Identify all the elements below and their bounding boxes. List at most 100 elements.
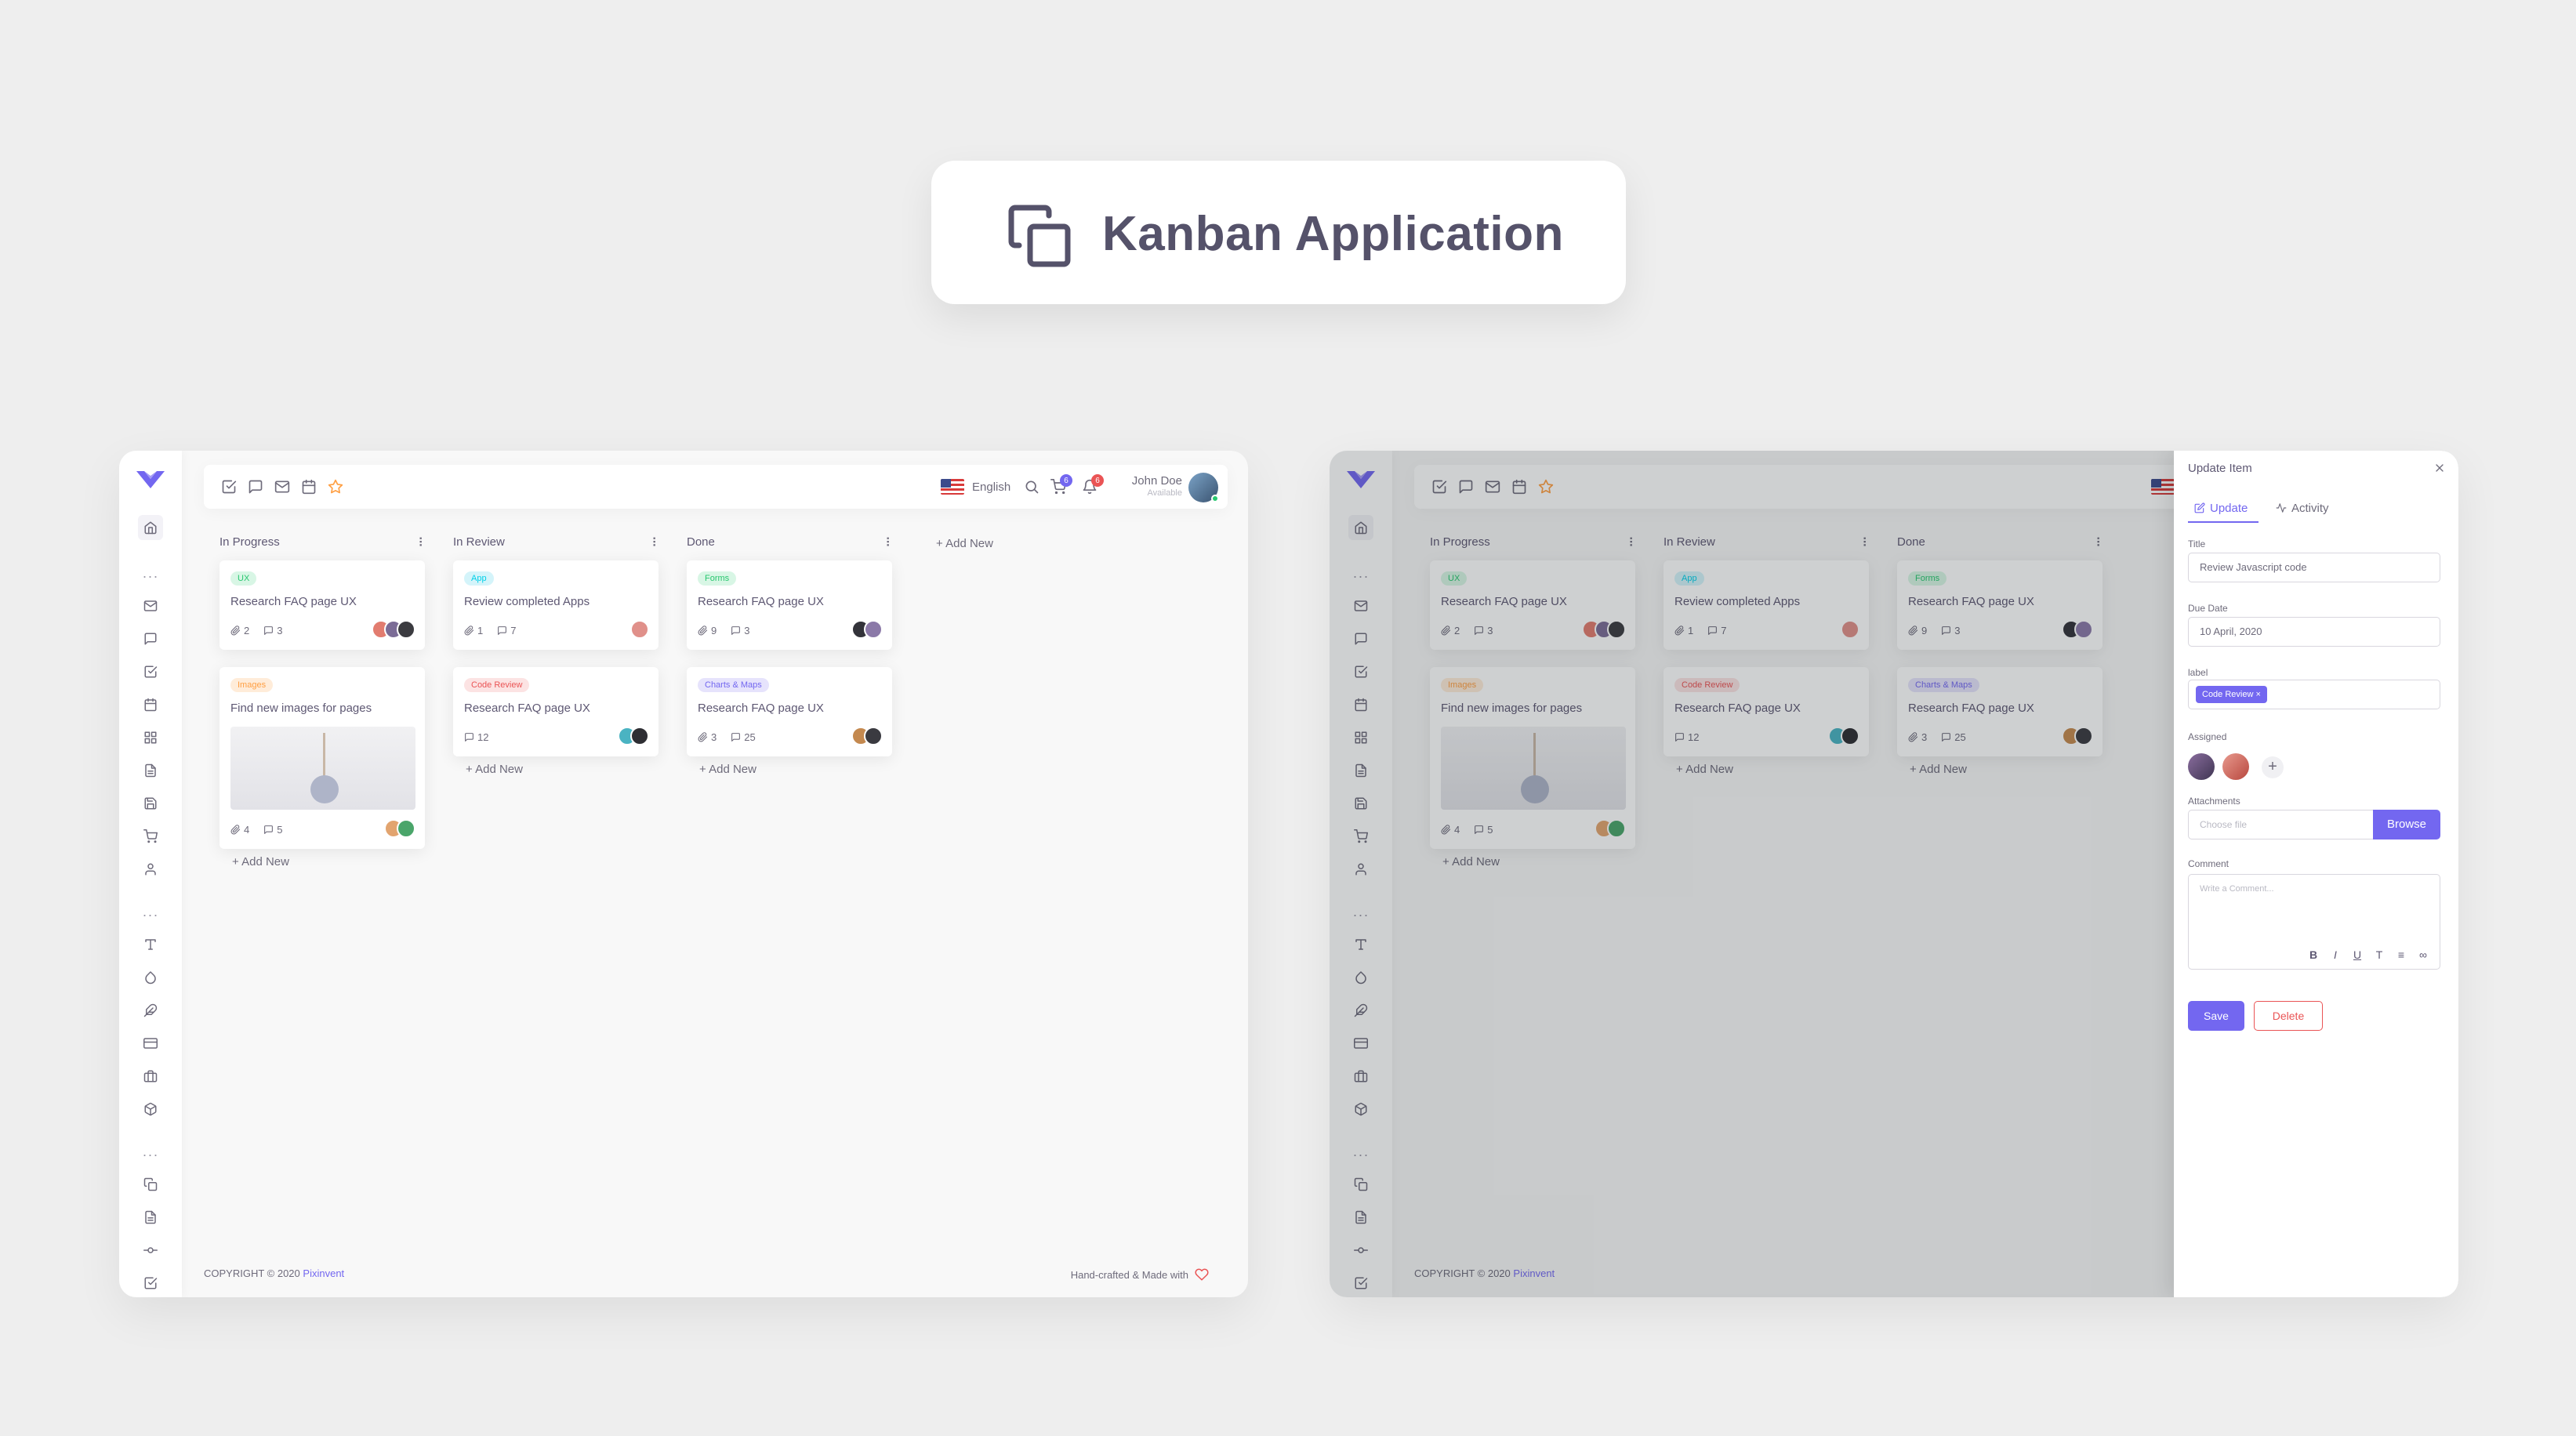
save-button[interactable]: Save [2188, 1001, 2244, 1031]
nav-mail-icon[interactable] [1485, 479, 1500, 495]
avatar[interactable] [630, 620, 649, 639]
strikethrough-button[interactable]: ≡ [2394, 948, 2408, 961]
nav-star-icon[interactable] [328, 479, 343, 495]
sidebar-commit-icon[interactable] [138, 1238, 163, 1263]
sidebar-box-icon[interactable] [1348, 1097, 1373, 1122]
sidebar-feather-icon[interactable] [1348, 998, 1373, 1023]
sidebar-save-icon[interactable] [1348, 791, 1373, 816]
sidebar-document-icon[interactable] [138, 1205, 163, 1230]
sidebar-chat-icon[interactable] [138, 626, 163, 651]
add-card-button[interactable]: + Add New [466, 763, 523, 776]
kanban-card[interactable]: Forms Research FAQ page UX 9 3 [687, 560, 892, 650]
sidebar-chat-icon[interactable] [1348, 626, 1373, 651]
assignee-avatar[interactable] [2188, 753, 2215, 780]
sidebar-calendar-icon[interactable] [138, 692, 163, 717]
sidebar-droplet-icon[interactable] [138, 965, 163, 990]
avatar[interactable] [397, 620, 415, 639]
avatar[interactable] [1607, 620, 1626, 639]
sidebar-check-icon[interactable] [138, 1271, 163, 1296]
column-menu-icon[interactable]: ··· [2091, 537, 2105, 547]
add-assignee-button[interactable]: + [2262, 756, 2284, 778]
user-avatar[interactable] [1188, 473, 1219, 502]
kanban-card[interactable]: Images Find new images for pages 4 5 [220, 667, 425, 849]
nav-calendar-icon[interactable] [301, 479, 317, 495]
add-card-button[interactable]: + Add New [1910, 763, 1967, 776]
label-chip[interactable]: Code Review × [2196, 686, 2267, 703]
avatar[interactable] [2074, 620, 2093, 639]
nav-search-icon[interactable] [1024, 479, 1039, 495]
sidebar-user-icon[interactable] [138, 857, 163, 882]
add-card-button[interactable]: + Add New [232, 855, 289, 868]
sidebar-document-icon[interactable] [1348, 1205, 1373, 1230]
avatar[interactable] [1607, 819, 1626, 838]
kanban-card[interactable]: App Review completed Apps 1 7 [453, 560, 659, 650]
browse-button[interactable]: Browse [2373, 810, 2440, 839]
delete-button[interactable]: Delete [2254, 1001, 2323, 1031]
sidebar-check-icon[interactable] [1348, 1271, 1373, 1296]
sidebar-grid-icon[interactable] [138, 725, 163, 750]
tab-activity[interactable]: Activity [2276, 498, 2329, 518]
add-board-button[interactable]: + Add New [936, 537, 993, 550]
sidebar-commit-icon[interactable] [1348, 1238, 1373, 1263]
kanban-card[interactable]: Images Find new images for pages 4 5 [1430, 667, 1635, 849]
nav-chat-icon[interactable] [248, 479, 263, 495]
sidebar-todo-icon[interactable] [1348, 659, 1373, 684]
sidebar-user-icon[interactable] [1348, 857, 1373, 882]
kanban-card[interactable]: Charts & Maps Research FAQ page UX 3 25 [687, 667, 892, 756]
avatar[interactable] [1841, 727, 1859, 745]
bold-button[interactable]: B [2306, 948, 2320, 961]
sidebar-card-icon[interactable] [1348, 1031, 1373, 1056]
sidebar-calendar-icon[interactable] [1348, 692, 1373, 717]
sidebar-grid-icon[interactable] [1348, 725, 1373, 750]
nav-calendar-icon[interactable] [1511, 479, 1527, 495]
sidebar-file-icon[interactable] [138, 758, 163, 783]
nav-todo-icon[interactable] [1431, 479, 1447, 495]
column-menu-icon[interactable]: ··· [880, 537, 894, 547]
nav-star-icon[interactable] [1538, 479, 1554, 495]
sidebar-cart-icon[interactable] [138, 824, 163, 849]
nav-todo-icon[interactable] [221, 479, 237, 495]
kanban-card[interactable]: Forms Research FAQ page UX 9 3 [1897, 560, 2103, 650]
avatar[interactable] [1841, 620, 1859, 639]
kanban-card[interactable]: Code Review Research FAQ page UX 12 [1664, 667, 1869, 756]
column-menu-icon[interactable]: ··· [647, 537, 661, 547]
comment-editor[interactable]: Write a Comment... B I U T ≡ ∞ [2188, 874, 2440, 970]
kanban-card[interactable]: App Review completed Apps 1 7 [1664, 560, 1869, 650]
assignee-avatar[interactable] [2222, 753, 2249, 780]
us-flag-icon[interactable] [2151, 479, 2175, 495]
sidebar-droplet-icon[interactable] [1348, 965, 1373, 990]
user-name[interactable]: John Doe [1112, 474, 1182, 488]
sidebar-briefcase-icon[interactable] [138, 1064, 163, 1089]
avatar[interactable] [630, 727, 649, 745]
avatar[interactable] [864, 727, 883, 745]
tab-update[interactable]: Update [2194, 498, 2248, 518]
kanban-card[interactable]: Charts & Maps Research FAQ page UX 3 25 [1897, 667, 2103, 756]
add-card-button[interactable]: + Add New [1442, 855, 1500, 868]
us-flag-icon[interactable] [941, 479, 964, 495]
sidebar-box-icon[interactable] [138, 1097, 163, 1122]
sidebar-file-icon[interactable] [1348, 758, 1373, 783]
nav-bell-icon[interactable]: 6 [1082, 474, 1104, 495]
file-input[interactable]: Choose file [2188, 810, 2373, 839]
sidebar-feather-icon[interactable] [138, 998, 163, 1023]
brand-logo[interactable] [135, 468, 166, 491]
sidebar-briefcase-icon[interactable] [1348, 1064, 1373, 1089]
sidebar-home-icon[interactable] [138, 515, 163, 540]
sidebar-home-icon[interactable] [1348, 515, 1373, 540]
italic-button[interactable]: I [2328, 948, 2342, 961]
column-menu-icon[interactable]: ··· [1624, 537, 1638, 547]
underline-button[interactable]: U [2350, 948, 2364, 961]
nav-chat-icon[interactable] [1458, 479, 1474, 495]
kanban-card[interactable]: Code Review Research FAQ page UX 12 [453, 667, 659, 756]
kanban-card[interactable]: UX Research FAQ page UX 2 3 [1430, 560, 1635, 650]
sidebar-todo-icon[interactable] [138, 659, 163, 684]
sidebar-cart-icon[interactable] [1348, 824, 1373, 849]
sidebar-type-icon[interactable] [1348, 932, 1373, 957]
nav-mail-icon[interactable] [274, 479, 290, 495]
avatar[interactable] [2074, 727, 2093, 745]
sidebar-mail-icon[interactable] [1348, 593, 1373, 618]
column-menu-icon[interactable]: ··· [1857, 537, 1871, 547]
title-input[interactable]: Review Javascript code [2188, 553, 2440, 582]
sidebar-save-icon[interactable] [138, 791, 163, 816]
column-menu-icon[interactable]: ··· [413, 537, 427, 547]
